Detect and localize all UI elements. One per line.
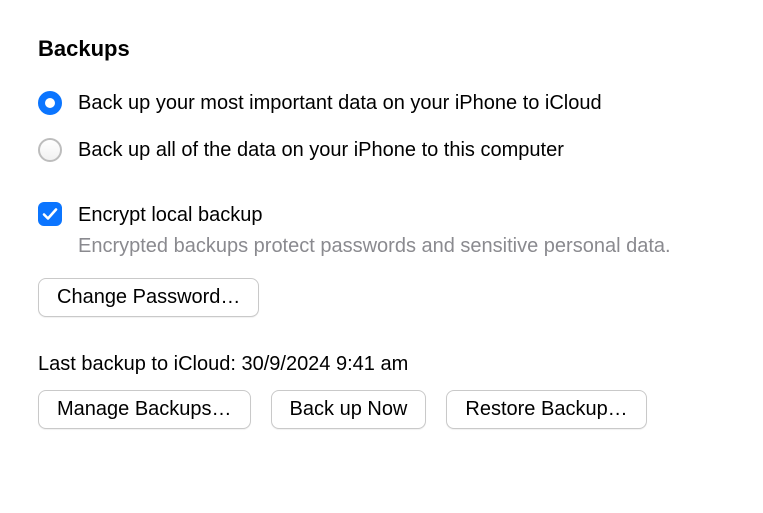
back-up-now-button[interactable]: Back up Now — [271, 390, 427, 429]
radio-icon-selected — [38, 91, 62, 115]
radio-option-icloud[interactable]: Back up your most important data on your… — [38, 90, 725, 117]
radio-label-icloud: Back up your most important data on your… — [78, 90, 602, 117]
radio-option-local[interactable]: Back up all of the data on your iPhone t… — [38, 137, 725, 164]
change-password-button[interactable]: Change Password… — [38, 278, 259, 317]
radio-icon-unselected — [38, 138, 62, 162]
encrypt-label: Encrypt local backup — [78, 202, 671, 229]
radio-label-local: Back up all of the data on your iPhone t… — [78, 137, 564, 164]
checkmark-icon — [42, 206, 58, 222]
encrypt-checkbox[interactable] — [38, 202, 62, 226]
restore-backup-button[interactable]: Restore Backup… — [446, 390, 646, 429]
last-backup-text: Last backup to iCloud: 30/9/2024 9:41 am — [38, 351, 725, 378]
manage-backups-button[interactable]: Manage Backups… — [38, 390, 251, 429]
encrypt-description: Encrypted backups protect passwords and … — [78, 233, 671, 260]
section-heading: Backups — [38, 34, 725, 64]
